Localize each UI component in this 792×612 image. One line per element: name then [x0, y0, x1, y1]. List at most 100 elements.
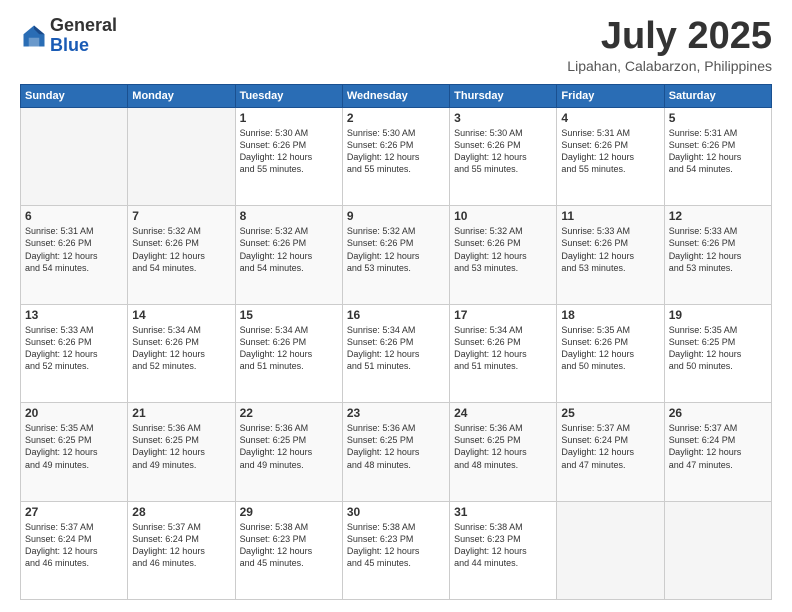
logo-general-text: General: [50, 16, 117, 36]
table-row: 21 Sunrise: 5:36 AM Sunset: 6:25 PM Dayli…: [128, 403, 235, 501]
table-row: 9Sunrise: 5:32 AM Sunset: 6:26 PM Daylig…: [342, 206, 449, 304]
table-row: 19 Sunrise: 5:35 AM Sunset: 6:25 PM Dayli…: [664, 304, 771, 402]
table-row: 24 Sunrise: 5:36 AM Sunset: 6:25 PM Dayli…: [450, 403, 557, 501]
day-number: 30: [347, 505, 445, 519]
day-info: Sunrise: 5:31 AM Sunset: 6:26 PM Dayligh…: [669, 127, 767, 176]
table-row: [128, 107, 235, 205]
day-number: 5: [669, 111, 767, 125]
table-row: [557, 501, 664, 599]
logo: General Blue: [20, 16, 117, 56]
day-number: 14: [132, 308, 230, 322]
table-row: 22Sunrise: 5:36 AM Sunset: 6:25 PM Dayli…: [235, 403, 342, 501]
day-number: 20: [25, 406, 123, 420]
table-row: 25 Sunrise: 5:37 AM Sunset: 6:24 PM Dayli…: [557, 403, 664, 501]
day-number: 31: [454, 505, 552, 519]
day-number: 21: [132, 406, 230, 420]
table-row: 29Sunrise: 5:38 AM Sunset: 6:23 PM Dayli…: [235, 501, 342, 599]
calendar-table: Sunday Monday Tuesday Wednesday Thursday…: [20, 84, 772, 600]
day-info: Sunrise: 5:30 AM Sunset: 6:26 PM Dayligh…: [347, 127, 445, 176]
day-info: Sunrise: 5:34 AM Sunset: 6:26 PM Dayligh…: [347, 324, 445, 373]
table-row: 7 Sunrise: 5:32 AM Sunset: 6:26 PM Daylig…: [128, 206, 235, 304]
table-row: 17 Sunrise: 5:34 AM Sunset: 6:26 PM Dayli…: [450, 304, 557, 402]
day-info: Sunrise: 5:34 AM Sunset: 6:26 PM Dayligh…: [240, 324, 338, 373]
col-saturday: Saturday: [664, 84, 771, 107]
day-number: 7: [132, 209, 230, 223]
day-info: Sunrise: 5:32 AM Sunset: 6:26 PM Dayligh…: [347, 225, 445, 274]
table-row: [664, 501, 771, 599]
day-number: 26: [669, 406, 767, 420]
day-number: 2: [347, 111, 445, 125]
logo-blue-text: Blue: [50, 36, 117, 56]
day-info: Sunrise: 5:35 AM Sunset: 6:25 PM Dayligh…: [25, 422, 123, 471]
day-number: 4: [561, 111, 659, 125]
col-wednesday: Wednesday: [342, 84, 449, 107]
table-row: 16 Sunrise: 5:34 AM Sunset: 6:26 PM Dayli…: [342, 304, 449, 402]
table-row: 27 Sunrise: 5:37 AM Sunset: 6:24 PM Dayli…: [21, 501, 128, 599]
table-row: 5 Sunrise: 5:31 AM Sunset: 6:26 PM Daylig…: [664, 107, 771, 205]
day-number: 8: [240, 209, 338, 223]
day-number: 13: [25, 308, 123, 322]
table-row: 8 Sunrise: 5:32 AM Sunset: 6:26 PM Daylig…: [235, 206, 342, 304]
day-info: Sunrise: 5:37 AM Sunset: 6:24 PM Dayligh…: [25, 521, 123, 570]
day-info: Sunrise: 5:36 AM Sunset: 6:25 PM Dayligh…: [347, 422, 445, 471]
day-number: 23: [347, 406, 445, 420]
logo-icon: [20, 22, 48, 50]
col-thursday: Thursday: [450, 84, 557, 107]
day-info: Sunrise: 5:31 AM Sunset: 6:26 PM Dayligh…: [25, 225, 123, 274]
table-row: 28Sunrise: 5:37 AM Sunset: 6:24 PM Dayli…: [128, 501, 235, 599]
table-row: 23 Sunrise: 5:36 AM Sunset: 6:25 PM Dayli…: [342, 403, 449, 501]
day-number: 12: [669, 209, 767, 223]
day-number: 17: [454, 308, 552, 322]
day-number: 19: [669, 308, 767, 322]
table-row: 4 Sunrise: 5:31 AM Sunset: 6:26 PM Daylig…: [557, 107, 664, 205]
day-info: Sunrise: 5:34 AM Sunset: 6:26 PM Dayligh…: [132, 324, 230, 373]
day-info: Sunrise: 5:30 AM Sunset: 6:26 PM Dayligh…: [240, 127, 338, 176]
table-row: 3Sunrise: 5:30 AM Sunset: 6:26 PM Daylig…: [450, 107, 557, 205]
day-number: 27: [25, 505, 123, 519]
logo-text: General Blue: [50, 16, 117, 56]
day-info: Sunrise: 5:33 AM Sunset: 6:26 PM Dayligh…: [561, 225, 659, 274]
page: General Blue July 2025 Lipahan, Calabarz…: [0, 0, 792, 612]
calendar-week-row: 6 Sunrise: 5:31 AM Sunset: 6:26 PM Daylig…: [21, 206, 772, 304]
calendar-header-row: Sunday Monday Tuesday Wednesday Thursday…: [21, 84, 772, 107]
col-tuesday: Tuesday: [235, 84, 342, 107]
table-row: 31Sunrise: 5:38 AM Sunset: 6:23 PM Dayli…: [450, 501, 557, 599]
table-row: 15 Sunrise: 5:34 AM Sunset: 6:26 PM Dayli…: [235, 304, 342, 402]
table-row: [21, 107, 128, 205]
day-info: Sunrise: 5:37 AM Sunset: 6:24 PM Dayligh…: [561, 422, 659, 471]
day-number: 24: [454, 406, 552, 420]
day-info: Sunrise: 5:36 AM Sunset: 6:25 PM Dayligh…: [132, 422, 230, 471]
day-number: 16: [347, 308, 445, 322]
table-row: 18Sunrise: 5:35 AM Sunset: 6:26 PM Dayli…: [557, 304, 664, 402]
day-number: 3: [454, 111, 552, 125]
day-number: 1: [240, 111, 338, 125]
day-info: Sunrise: 5:32 AM Sunset: 6:26 PM Dayligh…: [240, 225, 338, 274]
day-info: Sunrise: 5:31 AM Sunset: 6:26 PM Dayligh…: [561, 127, 659, 176]
table-row: 10Sunrise: 5:32 AM Sunset: 6:26 PM Dayli…: [450, 206, 557, 304]
day-info: Sunrise: 5:37 AM Sunset: 6:24 PM Dayligh…: [669, 422, 767, 471]
location: Lipahan, Calabarzon, Philippines: [567, 58, 772, 74]
table-row: 1 Sunrise: 5:30 AM Sunset: 6:26 PM Daylig…: [235, 107, 342, 205]
day-info: Sunrise: 5:36 AM Sunset: 6:25 PM Dayligh…: [454, 422, 552, 471]
calendar-week-row: 13Sunrise: 5:33 AM Sunset: 6:26 PM Dayli…: [21, 304, 772, 402]
day-info: Sunrise: 5:32 AM Sunset: 6:26 PM Dayligh…: [132, 225, 230, 274]
calendar-week-row: 1 Sunrise: 5:30 AM Sunset: 6:26 PM Daylig…: [21, 107, 772, 205]
calendar-week-row: 20 Sunrise: 5:35 AM Sunset: 6:25 PM Dayli…: [21, 403, 772, 501]
day-number: 15: [240, 308, 338, 322]
day-info: Sunrise: 5:35 AM Sunset: 6:25 PM Dayligh…: [669, 324, 767, 373]
col-friday: Friday: [557, 84, 664, 107]
day-number: 25: [561, 406, 659, 420]
col-sunday: Sunday: [21, 84, 128, 107]
day-info: Sunrise: 5:34 AM Sunset: 6:26 PM Dayligh…: [454, 324, 552, 373]
table-row: 14 Sunrise: 5:34 AM Sunset: 6:26 PM Dayli…: [128, 304, 235, 402]
day-info: Sunrise: 5:36 AM Sunset: 6:25 PM Dayligh…: [240, 422, 338, 471]
day-number: 6: [25, 209, 123, 223]
day-number: 11: [561, 209, 659, 223]
day-info: Sunrise: 5:38 AM Sunset: 6:23 PM Dayligh…: [347, 521, 445, 570]
table-row: 2 Sunrise: 5:30 AM Sunset: 6:26 PM Daylig…: [342, 107, 449, 205]
col-monday: Monday: [128, 84, 235, 107]
table-row: 26 Sunrise: 5:37 AM Sunset: 6:24 PM Dayli…: [664, 403, 771, 501]
day-number: 28: [132, 505, 230, 519]
day-number: 10: [454, 209, 552, 223]
table-row: 11 Sunrise: 5:33 AM Sunset: 6:26 PM Dayli…: [557, 206, 664, 304]
